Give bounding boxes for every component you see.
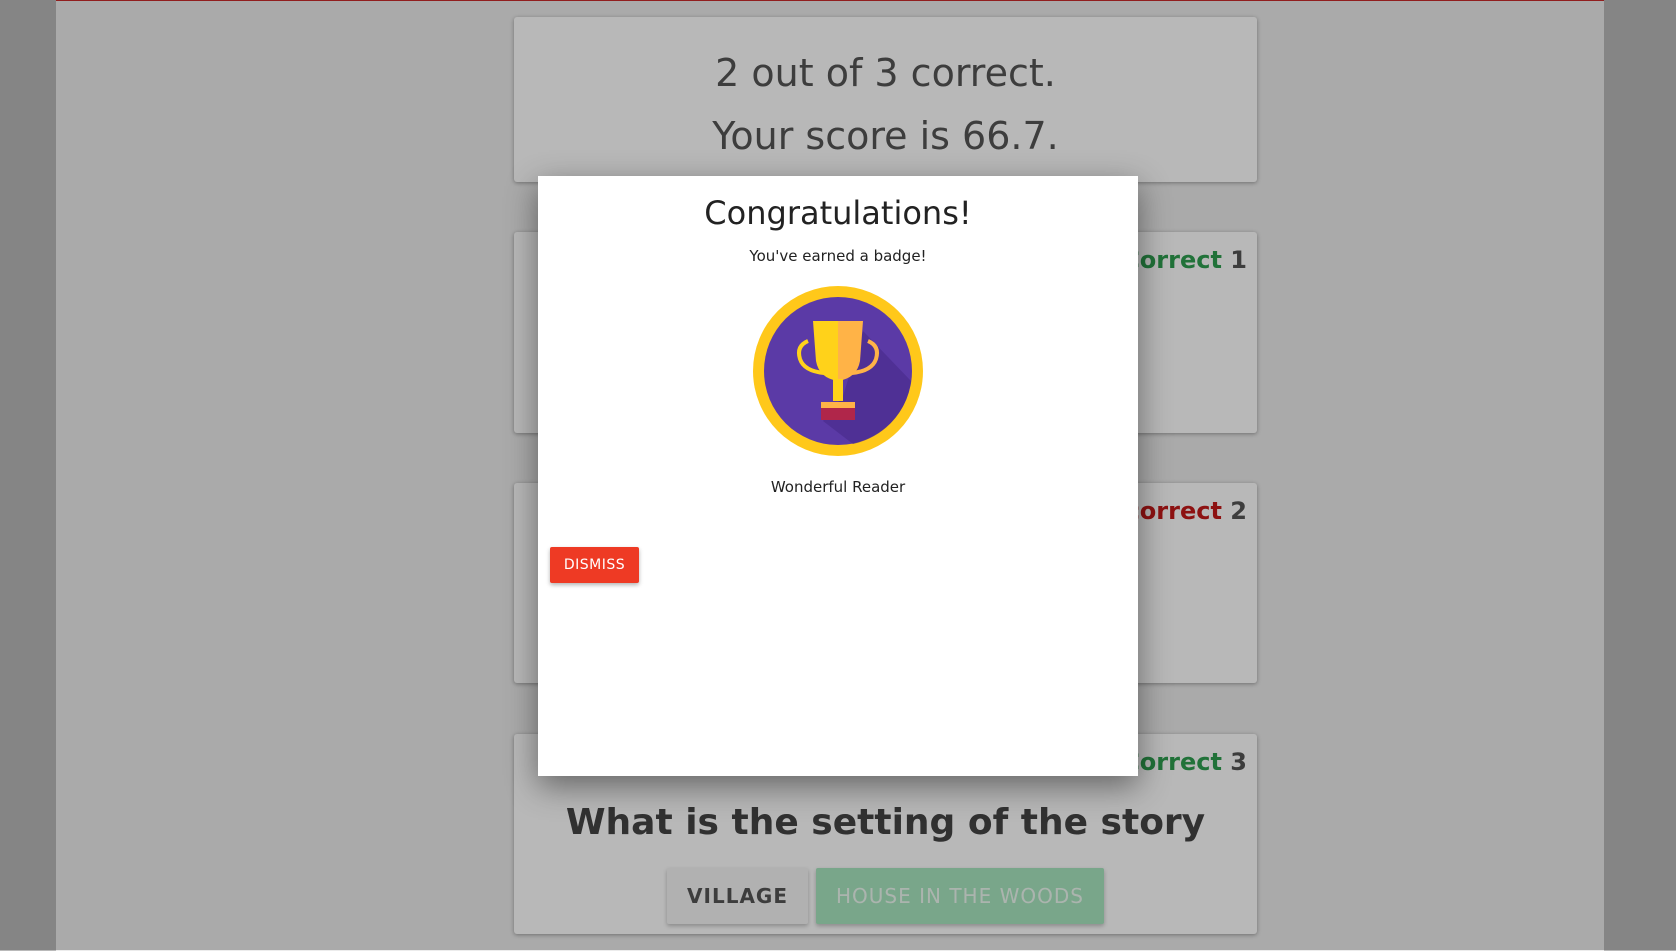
badge-name: Wonderful Reader <box>770 478 906 496</box>
modal-title: Congratulations! <box>704 194 972 232</box>
badge-modal: Congratulations! You've earned a badge! … <box>538 176 1138 776</box>
modal-subtitle: You've earned a badge! <box>749 247 927 265</box>
trophy-badge-icon <box>753 286 923 456</box>
dismiss-button[interactable]: DISMISS <box>550 547 639 583</box>
